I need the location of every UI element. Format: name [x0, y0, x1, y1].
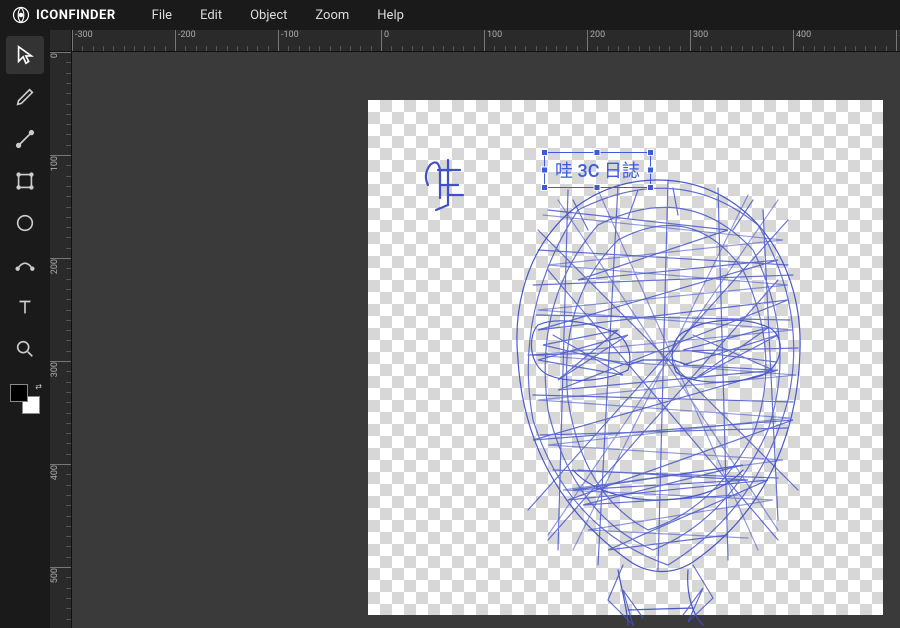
resize-handle-tr[interactable]: [647, 149, 654, 156]
select-tool[interactable]: [6, 36, 44, 74]
resize-handle-ml[interactable]: [541, 167, 548, 174]
menu-bar: ICONFINDER File Edit Object Zoom Help: [0, 0, 900, 30]
resize-handle-tc[interactable]: [594, 149, 601, 156]
horizontal-ruler[interactable]: -300-200-1000100200300400500: [72, 30, 900, 52]
resize-handle-tl[interactable]: [541, 149, 548, 156]
vertical-ruler[interactable]: 0100200300400500: [50, 52, 72, 628]
text-content[interactable]: 哇 3C 日誌: [555, 161, 640, 182]
ruler-corner: [50, 30, 72, 52]
text-tool[interactable]: [6, 288, 44, 326]
zoom-tool[interactable]: [6, 330, 44, 368]
toolbar: ⇄: [0, 30, 50, 628]
ellipse-tool[interactable]: [6, 204, 44, 242]
color-swatches[interactable]: ⇄: [10, 384, 40, 414]
curve-tool[interactable]: [6, 246, 44, 284]
menu-object[interactable]: Object: [238, 4, 299, 27]
menu-edit[interactable]: Edit: [188, 4, 234, 27]
resize-handle-br[interactable]: [647, 184, 654, 191]
app-logo: ICONFINDER: [12, 6, 116, 24]
resize-handle-mr[interactable]: [647, 167, 654, 174]
pen-tool[interactable]: [6, 120, 44, 158]
canvas-area[interactable]: 哇 3C 日誌: [72, 52, 900, 628]
artboard[interactable]: 哇 3C 日誌: [368, 100, 883, 615]
foreground-color[interactable]: [10, 384, 28, 402]
scribble-artwork: [478, 170, 838, 628]
pencil-tool[interactable]: [6, 78, 44, 116]
selected-text-object[interactable]: 哇 3C 日誌: [544, 152, 651, 188]
menu-file[interactable]: File: [140, 4, 184, 27]
menu-zoom[interactable]: Zoom: [303, 4, 361, 27]
resize-handle-bc[interactable]: [594, 184, 601, 191]
rectangle-tool[interactable]: [6, 162, 44, 200]
menu-help[interactable]: Help: [365, 4, 416, 27]
logo-icon: [12, 6, 30, 24]
resize-handle-bl[interactable]: [541, 184, 548, 191]
swap-colors-icon[interactable]: ⇄: [35, 382, 42, 391]
app-name: ICONFINDER: [36, 8, 116, 23]
